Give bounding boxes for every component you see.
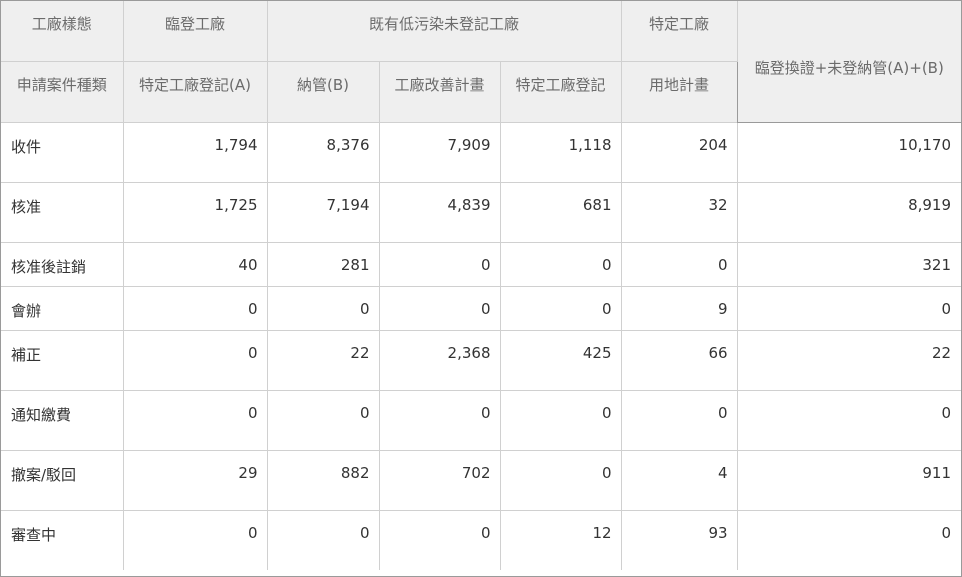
cell-value: 0 (266, 389, 380, 451)
cell-value: 0 (122, 285, 268, 331)
header-case-type: 申請案件種類 (1, 60, 124, 123)
row-label: 審查中 (1, 509, 124, 570)
cell-value: 8,376 (266, 121, 380, 183)
cell-value: 40 (122, 241, 268, 287)
statistics-table-container: 工廠樣態 臨登工廠 既有低污染未登記工廠 特定工廠 臨登換證+未登納管(A)+(… (0, 0, 962, 577)
cell-value: 29 (122, 449, 268, 511)
cell-value: 0 (620, 389, 738, 451)
cell-value: 281 (266, 241, 380, 287)
cell-value: 4,839 (378, 181, 501, 243)
cell-value: 2,368 (378, 329, 501, 391)
cell-value: 22 (266, 329, 380, 391)
table-row: 核准 1,725 7,194 4,839 681 32 8,919 (1, 181, 962, 243)
cell-value: 0 (499, 285, 622, 331)
cell-total: 911 (736, 449, 962, 511)
header-specific-registration: 特定工廠登記 (499, 60, 622, 123)
cell-value: 1,118 (499, 121, 622, 183)
cell-value: 0 (499, 389, 622, 451)
cell-value: 0 (499, 241, 622, 287)
row-label: 收件 (1, 121, 124, 183)
row-label: 會辦 (1, 285, 124, 331)
cell-value: 0 (378, 285, 501, 331)
cell-value: 0 (620, 241, 738, 287)
cell-value: 882 (266, 449, 380, 511)
cell-total: 321 (736, 241, 962, 287)
cell-value: 0 (499, 449, 622, 511)
header-land-use-plan: 用地計畫 (620, 60, 738, 123)
cell-total: 10,170 (736, 121, 962, 183)
cell-value: 0 (378, 241, 501, 287)
cell-value: 66 (620, 329, 738, 391)
table-row: 收件 1,794 8,376 7,909 1,118 204 10,170 (1, 121, 962, 183)
cell-value: 7,194 (266, 181, 380, 243)
cell-value: 12 (499, 509, 622, 570)
row-label: 撤案/駁回 (1, 449, 124, 511)
header-temp-registered-factory: 臨登工廠 (122, 1, 268, 62)
header-inclusion-b: 納管(B) (266, 60, 380, 123)
cell-value: 0 (378, 389, 501, 451)
table-row: 通知繳費 0 0 0 0 0 0 (1, 389, 962, 451)
cell-value: 425 (499, 329, 622, 391)
cell-total: 0 (736, 389, 962, 451)
cell-total: 0 (736, 509, 962, 570)
cell-value: 9 (620, 285, 738, 331)
table-row: 會辦 0 0 0 0 9 0 (1, 285, 962, 331)
cell-value: 1,725 (122, 181, 268, 243)
row-label: 通知繳費 (1, 389, 124, 451)
row-label: 核准 (1, 181, 124, 243)
cell-value: 702 (378, 449, 501, 511)
row-label: 補正 (1, 329, 124, 391)
cell-value: 0 (266, 285, 380, 331)
cell-value: 32 (620, 181, 738, 243)
header-factory-type: 工廠樣態 (1, 1, 124, 62)
row-label: 核准後註銷 (1, 241, 124, 287)
header-specific-factory: 特定工廠 (620, 1, 738, 62)
cell-value: 7,909 (378, 121, 501, 183)
cell-total: 0 (736, 285, 962, 331)
header-total: 臨登換證+未登納管(A)+(B) (736, 1, 962, 123)
table-row: 補正 0 22 2,368 425 66 22 (1, 329, 962, 391)
cell-value: 0 (122, 509, 268, 570)
factory-application-statistics-table: 工廠樣態 臨登工廠 既有低污染未登記工廠 特定工廠 臨登換證+未登納管(A)+(… (1, 1, 962, 570)
table-row: 審查中 0 0 0 12 93 0 (1, 509, 962, 570)
cell-value: 1,794 (122, 121, 268, 183)
table-row: 撤案/駁回 29 882 702 0 4 911 (1, 449, 962, 511)
cell-total: 8,919 (736, 181, 962, 243)
cell-value: 204 (620, 121, 738, 183)
cell-total: 22 (736, 329, 962, 391)
cell-value: 93 (620, 509, 738, 570)
header-specific-registration-a: 特定工廠登記(A) (122, 60, 268, 123)
cell-value: 0 (378, 509, 501, 570)
header-improvement-plan: 工廠改善計畫 (378, 60, 501, 123)
cell-value: 4 (620, 449, 738, 511)
cell-value: 681 (499, 181, 622, 243)
table-row: 核准後註銷 40 281 0 0 0 321 (1, 241, 962, 287)
cell-value: 0 (266, 509, 380, 570)
header-existing-low-pollution-factory: 既有低污染未登記工廠 (266, 1, 622, 62)
header-row-factory-type: 工廠樣態 臨登工廠 既有低污染未登記工廠 特定工廠 臨登換證+未登納管(A)+(… (1, 1, 962, 123)
cell-value: 0 (122, 329, 268, 391)
cell-value: 0 (122, 389, 268, 451)
